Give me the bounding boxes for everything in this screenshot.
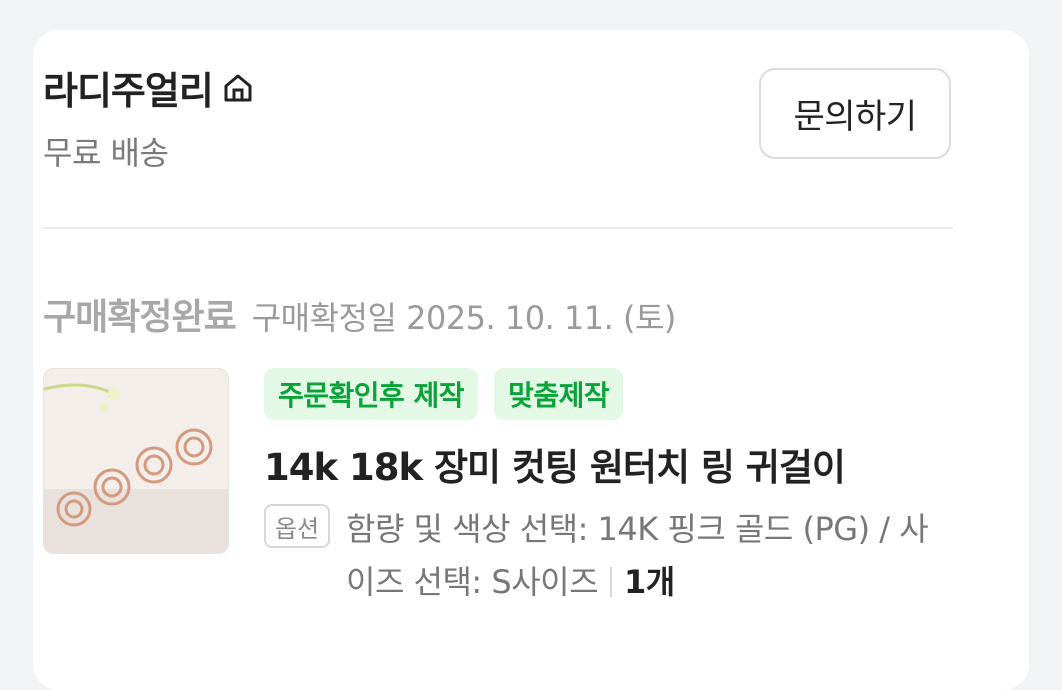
order-status-row: 구매확정완료 구매확정일 2025. 10. 11. (토) <box>43 288 676 340</box>
divider <box>43 227 953 229</box>
quantity: 1개 <box>624 563 675 601</box>
product-name[interactable]: 14k 18k 장미 컷팅 원터치 링 귀걸이 <box>264 437 846 491</box>
order-status: 구매확정완료 <box>43 297 237 338</box>
tag-custom-made: 맞춤제작 <box>494 368 624 420</box>
inquiry-button[interactable]: 문의하기 <box>759 68 951 159</box>
product-thumbnail[interactable] <box>43 368 229 554</box>
separator <box>610 567 613 597</box>
option-details: 함량 및 색상 선택: 14K 핑크 골드 (PG) / 사이즈 선택: S사이… <box>346 503 956 609</box>
store-name[interactable]: 라디주얼리 <box>43 60 214 115</box>
tag-made-after-order: 주문확인후 제작 <box>264 368 479 420</box>
home-icon[interactable] <box>221 71 255 105</box>
store-header[interactable]: 라디주얼리 <box>43 60 255 115</box>
option-badge: 옵션 <box>264 504 330 548</box>
shipping-info: 무료 배송 <box>43 134 169 172</box>
confirm-date: 구매확정일 2025. 10. 11. (토) <box>251 299 677 337</box>
product-tags: 주문확인후 제작 맞춤제작 <box>264 368 639 420</box>
